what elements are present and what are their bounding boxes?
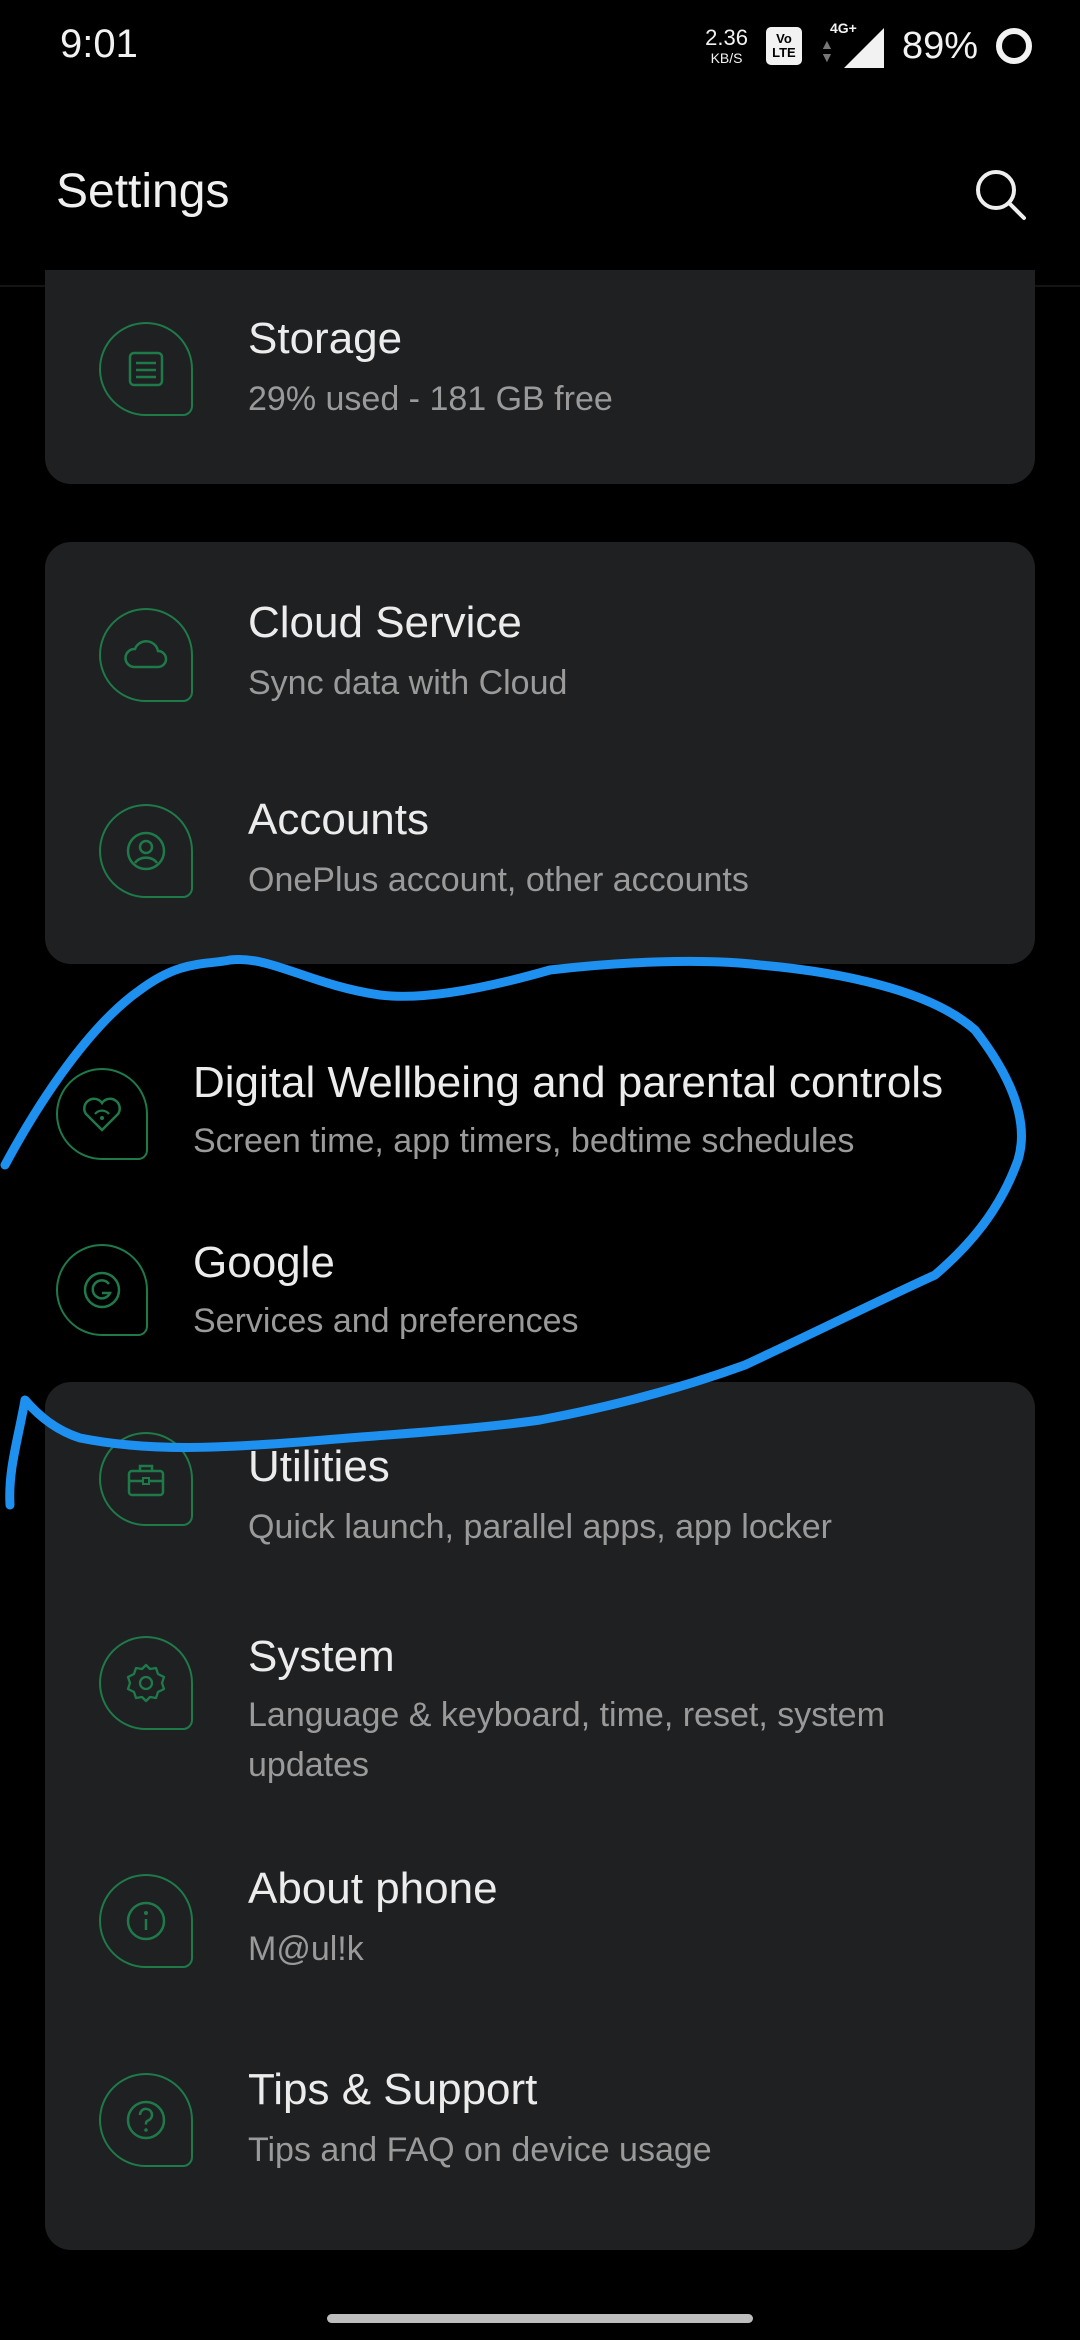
utilities-title: Utilities bbox=[248, 1442, 390, 1491]
volte-icon: Vo LTE bbox=[765, 27, 802, 65]
search-icon bbox=[976, 170, 1026, 220]
search-button[interactable] bbox=[964, 158, 1036, 230]
about-phone-subtitle: M@ul!k bbox=[248, 1930, 364, 1968]
status-icons: 2.36 KB/S Vo LTE 4G+ ▲ ▼ 89% bbox=[705, 20, 1032, 72]
settings-item-system[interactable]: System Language & keyboard, time, reset,… bbox=[45, 1572, 1035, 1812]
settings-card-storage: Storage 29% used - 181 GB free bbox=[45, 270, 1035, 484]
cloud-service-title: Cloud Service bbox=[248, 598, 522, 647]
cell-signal-icon: 4G+ ▲ ▼ bbox=[819, 20, 884, 68]
settings-item-tips-support[interactable]: Tips & Support Tips and FAQ on device us… bbox=[45, 2027, 1035, 2250]
data-arrows-icon: ▲ ▼ bbox=[819, 36, 834, 65]
google-subtitle: Services and preferences bbox=[193, 1302, 579, 1340]
network-speed: 2.36 KB/S bbox=[705, 25, 748, 66]
about-phone-title: About phone bbox=[248, 1864, 498, 1913]
settings-item-google[interactable]: Google Services and preferences bbox=[0, 1220, 1080, 1370]
battery-percent: 89% bbox=[901, 24, 978, 67]
settings-item-cloud-service[interactable]: Cloud Service Sync data with Cloud bbox=[45, 542, 1035, 747]
heart-icon bbox=[56, 1068, 148, 1160]
storage-subtitle: 29% used - 181 GB free bbox=[248, 380, 613, 418]
account-icon bbox=[99, 804, 193, 898]
signal-bars-icon bbox=[843, 28, 884, 68]
network-speed-value: 2.36 bbox=[705, 25, 748, 50]
google-title: Google bbox=[193, 1238, 335, 1287]
network-speed-unit: KB/S bbox=[710, 50, 743, 66]
status-time: 9:01 bbox=[60, 22, 138, 66]
settings-card-accounts: Cloud Service Sync data with Cloud Accou… bbox=[45, 542, 1035, 964]
cloud-icon bbox=[99, 608, 193, 702]
settings-item-accounts[interactable]: Accounts OnePlus account, other accounts bbox=[45, 747, 1035, 964]
settings-item-digital-wellbeing[interactable]: Digital Wellbeing and parental controls … bbox=[0, 1040, 1080, 1220]
storage-title: Storage bbox=[248, 314, 403, 363]
gear-icon bbox=[99, 1636, 193, 1730]
accounts-subtitle: OnePlus account, other accounts bbox=[248, 861, 749, 899]
accounts-title: Accounts bbox=[248, 795, 429, 844]
google-icon bbox=[56, 1244, 148, 1336]
status-bar: 9:01 2.36 KB/S Vo LTE 4G+ ▲ ▼ 89% bbox=[0, 0, 1080, 92]
settings-item-about-phone[interactable]: About phone M@ul!k bbox=[45, 1812, 1035, 2027]
settings-item-storage[interactable]: Storage 29% used - 181 GB free bbox=[45, 270, 1035, 484]
storage-icon bbox=[99, 322, 193, 416]
volte-top-label: Vo bbox=[776, 31, 792, 47]
page-title: Settings bbox=[56, 165, 230, 218]
system-title: System bbox=[248, 1632, 395, 1681]
volte-bottom-label: LTE bbox=[772, 45, 796, 60]
help-icon bbox=[99, 2073, 193, 2167]
system-subtitle: Language & keyboard, time, reset, system… bbox=[248, 1696, 885, 1784]
settings-card-system: Utilities Quick launch, parallel apps, a… bbox=[45, 1382, 1035, 2250]
tips-support-title: Tips & Support bbox=[248, 2065, 538, 2114]
toolbox-icon bbox=[99, 1432, 193, 1526]
cloud-service-subtitle: Sync data with Cloud bbox=[248, 664, 568, 702]
app-bar: Settings bbox=[0, 120, 1080, 270]
info-icon bbox=[99, 1874, 193, 1968]
battery-icon bbox=[996, 28, 1032, 64]
gesture-navigation-handle[interactable] bbox=[327, 2314, 753, 2323]
settings-item-utilities[interactable]: Utilities Quick launch, parallel apps, a… bbox=[45, 1382, 1035, 1572]
digital-wellbeing-title: Digital Wellbeing and parental controls bbox=[193, 1058, 944, 1107]
tips-support-subtitle: Tips and FAQ on device usage bbox=[248, 2131, 712, 2169]
utilities-subtitle: Quick launch, parallel apps, app locker bbox=[248, 1508, 832, 1546]
digital-wellbeing-subtitle: Screen time, app timers, bedtime schedul… bbox=[193, 1122, 855, 1160]
